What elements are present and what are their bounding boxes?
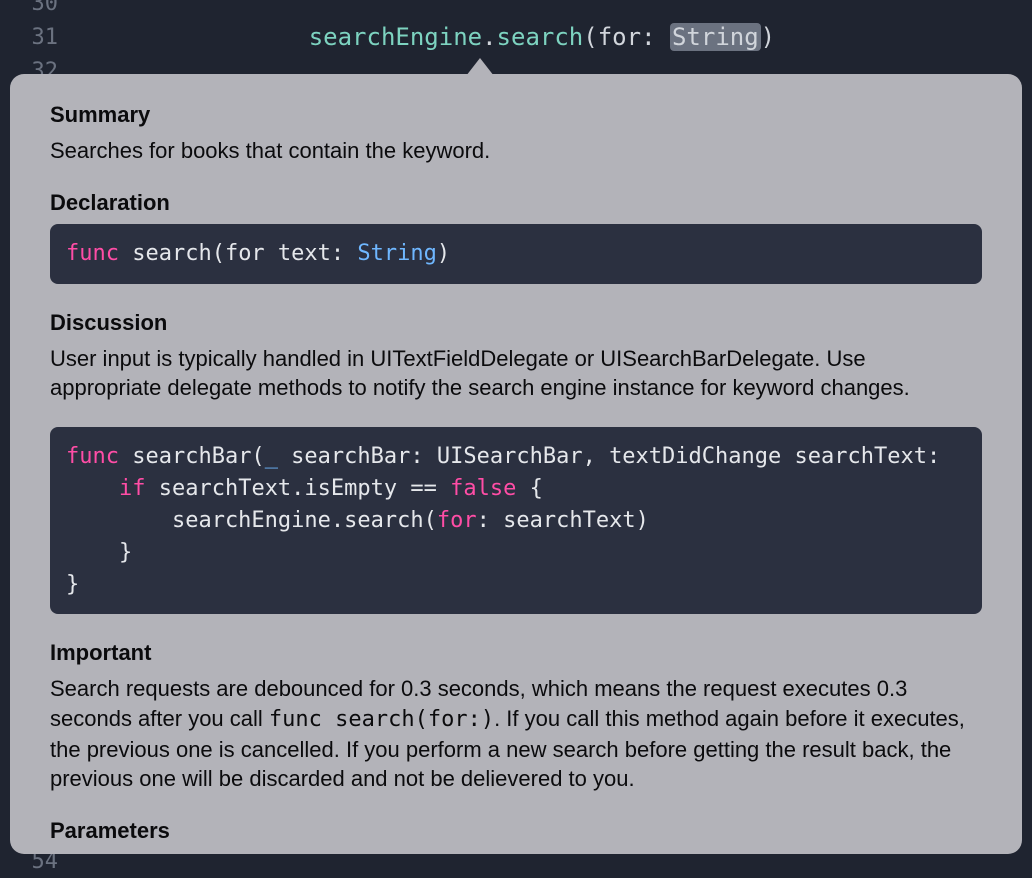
popover-arrow-icon [466, 58, 494, 76]
declaration-heading: Declaration [50, 190, 982, 216]
discussion-text: User input is typically handled in UITex… [50, 344, 982, 403]
token-keyword: false [450, 476, 516, 501]
declaration-code[interactable]: func search(for text: String) [50, 224, 982, 284]
token-text: searchEngine.search( [66, 508, 437, 533]
token-text: ) [437, 241, 450, 266]
token-paren-open: ( [583, 23, 597, 51]
token-text: searchBar( [119, 444, 265, 469]
token-text: } [66, 540, 132, 565]
summary-text: Searches for books that contain the keyw… [50, 136, 982, 166]
discussion-heading: Discussion [50, 310, 982, 336]
important-heading: Important [50, 640, 982, 666]
discussion-code[interactable]: func searchBar(_ searchBar: UISearchBar,… [50, 427, 982, 614]
summary-heading: Summary [50, 102, 982, 128]
important-inline-code: func search(for:) [269, 707, 494, 732]
token-arg-label: for [598, 23, 641, 51]
token-keyword: func [66, 444, 119, 469]
token-keyword: if [119, 476, 146, 501]
line-number: 31 [0, 25, 72, 50]
parameters-heading: Parameters [50, 818, 982, 844]
token-method: search [497, 23, 584, 51]
code-line[interactable]: 31 searchEngine.search(for: String) [0, 20, 1032, 54]
token-colon: : [641, 23, 670, 51]
token-text: : searchText) [477, 508, 649, 533]
token-text: } [66, 572, 79, 597]
token-text: { [516, 476, 543, 501]
token-text: searchText.isEmpty == [145, 476, 450, 501]
token-text: search(for text: [119, 241, 357, 266]
token-arg-label: for [437, 508, 477, 533]
token-receiver: searchEngine [309, 23, 482, 51]
quick-help-popover: Summary Searches for books that contain … [10, 58, 1022, 854]
token-keyword: func [66, 241, 119, 266]
popover-body[interactable]: Summary Searches for books that contain … [10, 74, 1022, 854]
important-text: Search requests are debounced for 0.3 se… [50, 674, 982, 794]
line-number: 30 [0, 0, 72, 16]
token-type-placeholder[interactable]: String [670, 23, 761, 51]
token-text: searchBar: UISearchBar, textDidChange se… [278, 444, 940, 469]
token-indent [66, 476, 119, 501]
token-type: String [357, 241, 436, 266]
token-dot: . [482, 23, 496, 51]
token-paren-close: ) [761, 23, 775, 51]
token-underscore: _ [265, 444, 278, 469]
